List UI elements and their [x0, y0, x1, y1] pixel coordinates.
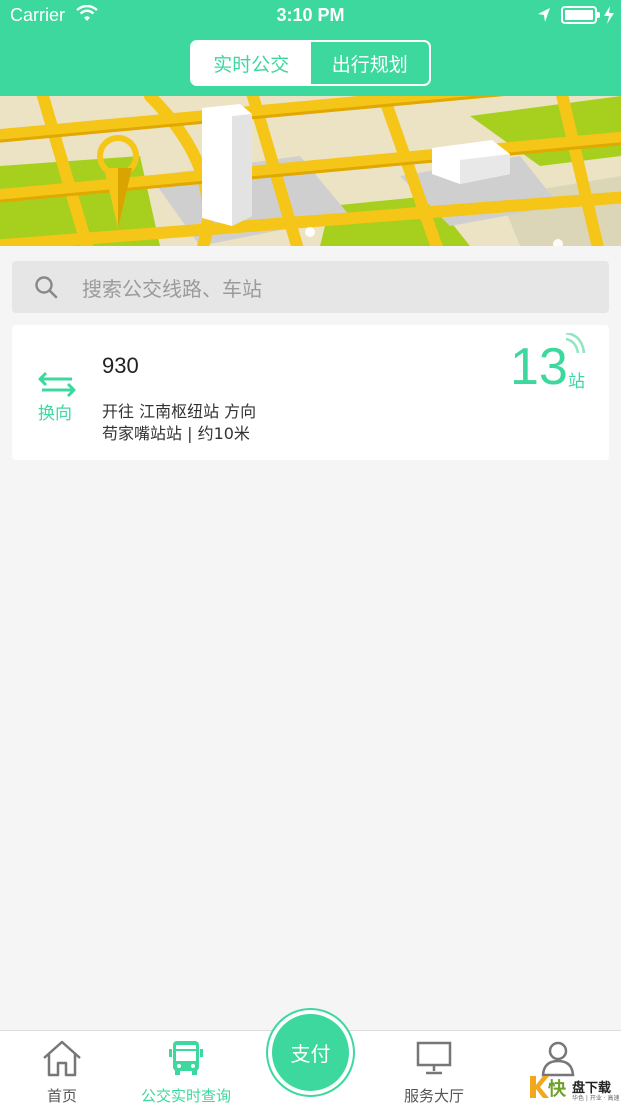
- clock: 3:10 PM: [276, 5, 345, 25]
- charging-bolt-icon: [604, 6, 614, 24]
- tab-bus-realtime-label: 公交实时查询: [140, 1087, 231, 1104]
- tab-trip-planning[interactable]: 出行规划: [311, 42, 430, 84]
- app-header: Carrier 3:10 PM 实时公交 出行规划: [0, 0, 621, 96]
- tab-bus-realtime[interactable]: 公交实时查询: [124, 1031, 248, 1104]
- search-icon: [35, 276, 58, 299]
- battery-icon: [561, 6, 600, 24]
- search-bar[interactable]: 搜索公交线路、车站: [12, 261, 609, 313]
- realtime-signal-icon: [565, 333, 586, 354]
- tab-home-label: 首页: [46, 1087, 77, 1104]
- nearby-stop: 苟家嘴站站 | 约10米: [102, 424, 250, 443]
- stops-away-count: 13: [510, 338, 568, 396]
- watermark-k-icon: [530, 1076, 549, 1098]
- stops-away-unit: 站: [568, 372, 585, 392]
- bus-line-card[interactable]: 换向 930 开往 江南枢纽站 方向 苟家嘴站站 | 约10米 13 站: [12, 325, 609, 460]
- watermark-char: 快: [548, 1079, 566, 1100]
- location-arrow-icon: [538, 8, 550, 22]
- watermark-tagline: 华色 | 开业 · 高速: [572, 1095, 620, 1102]
- route-direction: 开往 江南枢纽站 方向: [102, 402, 257, 421]
- pay-button[interactable]: 支付: [268, 1010, 353, 1095]
- watermark-logo: 快 盘下载 华色 | 开业 · 高速: [528, 1074, 620, 1102]
- user-icon: [541, 1041, 575, 1077]
- tab-realtime-bus[interactable]: 实时公交: [192, 42, 311, 84]
- home-icon: [43, 1040, 81, 1077]
- swap-direction-icon[interactable]: [38, 370, 76, 398]
- tab-service-hall[interactable]: 服务大厅: [372, 1031, 496, 1104]
- map-illustration: [0, 96, 621, 246]
- tab-home[interactable]: 首页: [0, 1031, 124, 1104]
- status-bar: Carrier 3:10 PM: [0, 0, 621, 32]
- route-number: 930: [102, 353, 139, 378]
- mode-segmented-control: 实时公交 出行规划: [190, 40, 431, 86]
- monitor-icon: [416, 1041, 452, 1075]
- swap-direction-label[interactable]: 换向: [38, 399, 72, 424]
- map-banner[interactable]: [0, 96, 621, 246]
- tab-service-hall-label: 服务大厅: [403, 1087, 464, 1104]
- bus-icon: [169, 1041, 203, 1075]
- search-placeholder: 搜索公交线路、车站: [82, 277, 262, 301]
